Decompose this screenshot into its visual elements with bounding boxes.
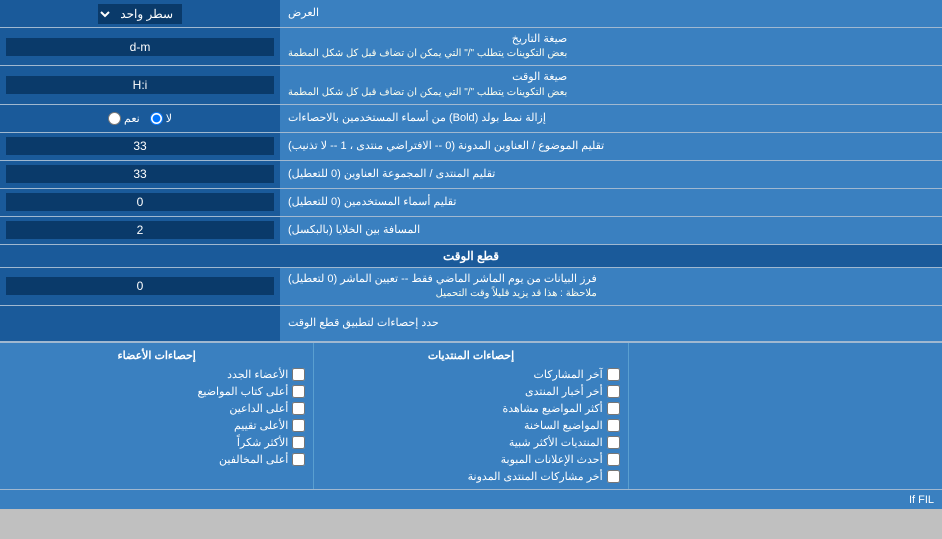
member-stats-header-text: إحصاءات الأعضاء	[118, 350, 196, 362]
time-format-title: صيغة الوقت	[288, 70, 567, 85]
date-format-input-container	[0, 28, 280, 65]
topics-setting-input-container	[0, 133, 280, 160]
post-stat-label-1: أخر أخبار المنتدى	[525, 385, 603, 398]
member-stat-check-5[interactable]	[292, 453, 305, 466]
page-title-text: العرض	[288, 6, 319, 21]
member-stat-label-0: الأعضاء الجدد	[227, 368, 288, 381]
member-stat-label-4: الأكثر شكراً	[237, 436, 288, 449]
post-stat-check-1[interactable]	[607, 385, 620, 398]
post-stats-header: إحصاءات المنتديات	[322, 347, 619, 366]
member-stat-item-3: الأعلى تقييم	[8, 417, 305, 434]
post-stat-item-2: أكثر المواضيع مشاهدة	[322, 400, 619, 417]
date-format-note: بعض التكوينات يتطلب "/" التي يمكن ان تضا…	[288, 47, 567, 61]
bold-no-radio[interactable]	[150, 112, 163, 125]
post-stat-label-4: المنتديات الأكثر شبية	[509, 436, 603, 449]
post-stat-label-5: أحدث الإعلانات المبوبة	[501, 453, 603, 466]
member-stat-label-1: أعلى كتاب المواضيع	[198, 385, 289, 398]
distance-setting-input[interactable]	[6, 221, 274, 239]
cutoff-setting-input[interactable]	[6, 277, 274, 295]
post-stat-check-6[interactable]	[607, 470, 620, 483]
users-setting-text: تقليم أسماء المستخدمين (0 للتعطيل)	[288, 195, 456, 210]
member-stat-check-4[interactable]	[292, 436, 305, 449]
time-cutoff-section-text: قطع الوقت	[443, 249, 499, 263]
member-stats-column: إحصاءات الأعضاء الأعضاء الجدد أعلى كتاب …	[0, 343, 313, 489]
if-fil-text: If FIL	[909, 494, 934, 506]
time-cutoff-section-header: قطع الوقت	[0, 245, 942, 268]
member-stat-label-3: الأعلى تقييم	[234, 419, 288, 432]
post-stat-check-5[interactable]	[607, 453, 620, 466]
post-stat-item-1: أخر أخبار المنتدى	[322, 383, 619, 400]
member-stat-check-3[interactable]	[292, 419, 305, 432]
bold-setting-text: إزالة نمط بولد (Bold) من أسماء المستخدمي…	[288, 111, 546, 126]
post-stat-item-3: المواضيع الساخنة	[322, 417, 619, 434]
forum-setting-label: تقليم المنتدى / المجموعة العناوين (0 للت…	[280, 161, 942, 188]
bold-setting-input-container: نعم لا	[0, 105, 280, 132]
display-mode-select[interactable]: سطر واحد سطرين ثلاثة أسطر	[98, 4, 182, 24]
date-format-label: صيغة التاريخ بعض التكوينات يتطلب "/" الت…	[280, 28, 942, 65]
member-stat-check-1[interactable]	[292, 385, 305, 398]
users-setting-input[interactable]	[6, 193, 274, 211]
forum-setting-input[interactable]	[6, 165, 274, 183]
member-stat-item-2: أعلى الداعين	[8, 400, 305, 417]
post-stats-header-text: إحصاءات المنتديات	[428, 350, 514, 362]
member-stats-header: إحصاءات الأعضاء	[8, 347, 305, 366]
bold-yes-label[interactable]: نعم	[108, 112, 140, 125]
post-stat-check-4[interactable]	[607, 436, 620, 449]
post-stat-check-0[interactable]	[607, 368, 620, 381]
post-stat-label-6: أخر مشاركات المنتدى المدونة	[468, 470, 603, 483]
users-setting-input-container	[0, 189, 280, 216]
member-stat-check-2[interactable]	[292, 402, 305, 415]
display-mode-container: سطر واحد سطرين ثلاثة أسطر	[0, 0, 280, 27]
member-stat-item-0: الأعضاء الجدد	[8, 366, 305, 383]
post-stat-item-4: المنتديات الأكثر شبية	[322, 434, 619, 451]
time-format-note: بعض التكوينات يتطلب "/" التي يمكن ان تضا…	[288, 86, 567, 100]
post-stat-label-2: أكثر المواضيع مشاهدة	[502, 402, 602, 415]
member-stat-check-0[interactable]	[292, 368, 305, 381]
post-stat-label-0: آخر المشاركات	[534, 368, 603, 381]
stats-limit-label: حدد إحصاءات لتطبيق قطع الوقت	[280, 306, 942, 341]
users-setting-label: تقليم أسماء المستخدمين (0 للتعطيل)	[280, 189, 942, 216]
distance-setting-label: المسافة بين الخلايا (بالبكسل)	[280, 217, 942, 244]
member-stat-label-5: أعلى المخالفين	[219, 453, 288, 466]
bold-yes-text: نعم	[124, 112, 140, 125]
bold-no-label[interactable]: لا	[150, 112, 172, 125]
bottom-right-area	[628, 343, 942, 489]
cutoff-setting-input-container	[0, 268, 280, 305]
stats-limit-input-container	[0, 306, 280, 341]
time-format-input[interactable]	[6, 76, 274, 94]
if-fil-row: If FIL	[0, 489, 942, 509]
post-stat-label-3: المواضيع الساخنة	[524, 419, 603, 432]
page-title-label: العرض	[280, 0, 942, 27]
topics-setting-label: تقليم الموضوع / العناوين المدونة (0 -- ا…	[280, 133, 942, 160]
cutoff-setting-label: فرز البيانات من يوم الماشر الماضي فقط --…	[280, 268, 942, 305]
post-stat-item-6: أخر مشاركات المنتدى المدونة	[322, 468, 619, 485]
post-stat-item-5: أحدث الإعلانات المبوبة	[322, 451, 619, 468]
member-stat-item-4: الأكثر شكراً	[8, 434, 305, 451]
topics-setting-input[interactable]	[6, 137, 274, 155]
topics-setting-text: تقليم الموضوع / العناوين المدونة (0 -- ا…	[288, 139, 604, 154]
post-stat-check-3[interactable]	[607, 419, 620, 432]
bold-no-text: لا	[166, 112, 172, 125]
member-stat-item-1: أعلى كتاب المواضيع	[8, 383, 305, 400]
date-format-title: صيغة التاريخ	[288, 32, 567, 47]
bold-yes-radio[interactable]	[108, 112, 121, 125]
post-stats-column: إحصاءات المنتديات آخر المشاركات أخر أخبا…	[313, 343, 627, 489]
distance-setting-input-container	[0, 217, 280, 244]
cutoff-setting-title: فرز البيانات من يوم الماشر الماضي فقط --…	[288, 272, 597, 287]
forum-setting-text: تقليم المنتدى / المجموعة العناوين (0 للت…	[288, 167, 495, 182]
time-format-label: صيغة الوقت بعض التكوينات يتطلب "/" التي …	[280, 66, 942, 103]
bold-setting-label: إزالة نمط بولد (Bold) من أسماء المستخدمي…	[280, 105, 942, 132]
forum-setting-input-container	[0, 161, 280, 188]
member-stat-label-2: أعلى الداعين	[229, 402, 288, 415]
bold-radio-group: نعم لا	[108, 112, 172, 125]
post-stat-item-0: آخر المشاركات	[322, 366, 619, 383]
date-format-input[interactable]	[6, 38, 274, 56]
time-format-input-container	[0, 66, 280, 103]
distance-setting-text: المسافة بين الخلايا (بالبكسل)	[288, 223, 420, 238]
member-stat-item-5: أعلى المخالفين	[8, 451, 305, 468]
post-stat-check-2[interactable]	[607, 402, 620, 415]
cutoff-setting-note: ملاحظة : هذا قد يزيد قليلاً وقت التحميل	[288, 287, 597, 301]
stats-limit-text: حدد إحصاءات لتطبيق قطع الوقت	[288, 316, 439, 331]
